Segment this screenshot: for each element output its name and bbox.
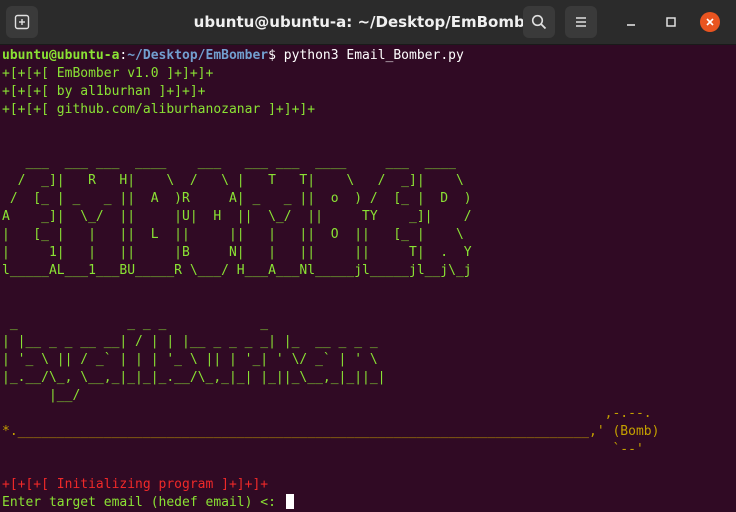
header-line: +[+[+[ by al1burhan ]+]+]+: [2, 83, 206, 99]
close-button-circle: [700, 12, 720, 32]
banner-line: ___ ___ ___ ____ ___ ___ ___ ____ ___ __…: [2, 155, 456, 171]
banner-line: | 1| | || |B N| | || || T| . Y: [2, 244, 472, 260]
status-line: +[+[+[ Initializing program ]+]+]+: [2, 477, 269, 493]
terminal-output[interactable]: ubuntu@ubuntu-a:~/Desktop/EmBomber$ pyth…: [0, 45, 736, 510]
prompt-command: python3 Email_Bomber.py: [275, 48, 464, 63]
banner-line: / _]| R H| \ / \ | T T| \ / _]| \: [2, 173, 464, 189]
banner-line: [2, 119, 736, 137]
banner-line: [2, 297, 736, 315]
bomb-line: *.______________________________________…: [2, 423, 660, 439]
input-line: Enter target email (hedef email) <:: [2, 494, 736, 512]
title-bar: ubuntu@ubuntu-a: ~/Desktop/EmBomber: [0, 0, 736, 45]
banner-line: [2, 136, 736, 154]
input-label: Enter target email (hedef email) <:: [2, 495, 284, 511]
banner-line: [2, 280, 736, 298]
terminal-window: ubuntu@ubuntu-a: ~/Desktop/EmBomber ubun…: [0, 0, 736, 510]
prompt-symbol: $: [268, 48, 276, 63]
minimize-button[interactable]: [619, 10, 643, 34]
bomb-line: `--': [2, 441, 644, 457]
menu-button[interactable]: [565, 6, 597, 38]
banner-line: _ _ _ _ _: [2, 316, 269, 332]
prompt-line: ubuntu@ubuntu-a:~/Desktop/EmBomber$ pyth…: [2, 47, 736, 65]
search-icon: [531, 14, 547, 30]
new-tab-icon: [14, 14, 30, 30]
hamburger-menu-icon: [576, 17, 586, 27]
banner-line: l_____AL___1___BU_____R \___/ H___A___Nl…: [2, 262, 472, 278]
prompt-user-host: ubuntu@ubuntu-a: [2, 48, 120, 63]
search-button[interactable]: [523, 6, 555, 38]
text-cursor: [285, 494, 294, 510]
banner-line: |_.__/\_, \__,_|_|_|_.__/\_,_|_| |_||_\_…: [2, 370, 386, 386]
maximize-button[interactable]: [659, 10, 683, 34]
close-icon: [706, 18, 714, 26]
banner-line: A _]| \_/ || |U| H || \_/ || TY _]| /: [2, 209, 472, 225]
close-button[interactable]: [698, 10, 722, 34]
prompt-path: ~/Desktop/EmBomber: [127, 48, 269, 63]
new-tab-button[interactable]: [6, 6, 38, 38]
header-line: +[+[+[ github.com/aliburhanozanar ]+]+]+: [2, 101, 316, 117]
bomb-line: ,-.--.: [2, 405, 652, 421]
banner-line: | [_ | | || L || || | || O || [_ | \: [2, 226, 464, 242]
banner-line: | |__ _ _ __ __| / | | |__ _ _ _ _| |_ _…: [2, 334, 378, 350]
header-line: +[+[+[ EmBomber v1.0 ]+]+]+: [2, 65, 214, 81]
banner-line: | '_ \ || / _` | | | '_ \ || | '_| ' \/ …: [2, 352, 378, 368]
banner-line: |__/: [2, 387, 81, 403]
maximize-icon: [666, 17, 676, 27]
minimize-icon: [627, 24, 635, 26]
banner-line: / [_ | _ _ || A )R A| _ _ || o ) / [_ | …: [2, 191, 472, 207]
